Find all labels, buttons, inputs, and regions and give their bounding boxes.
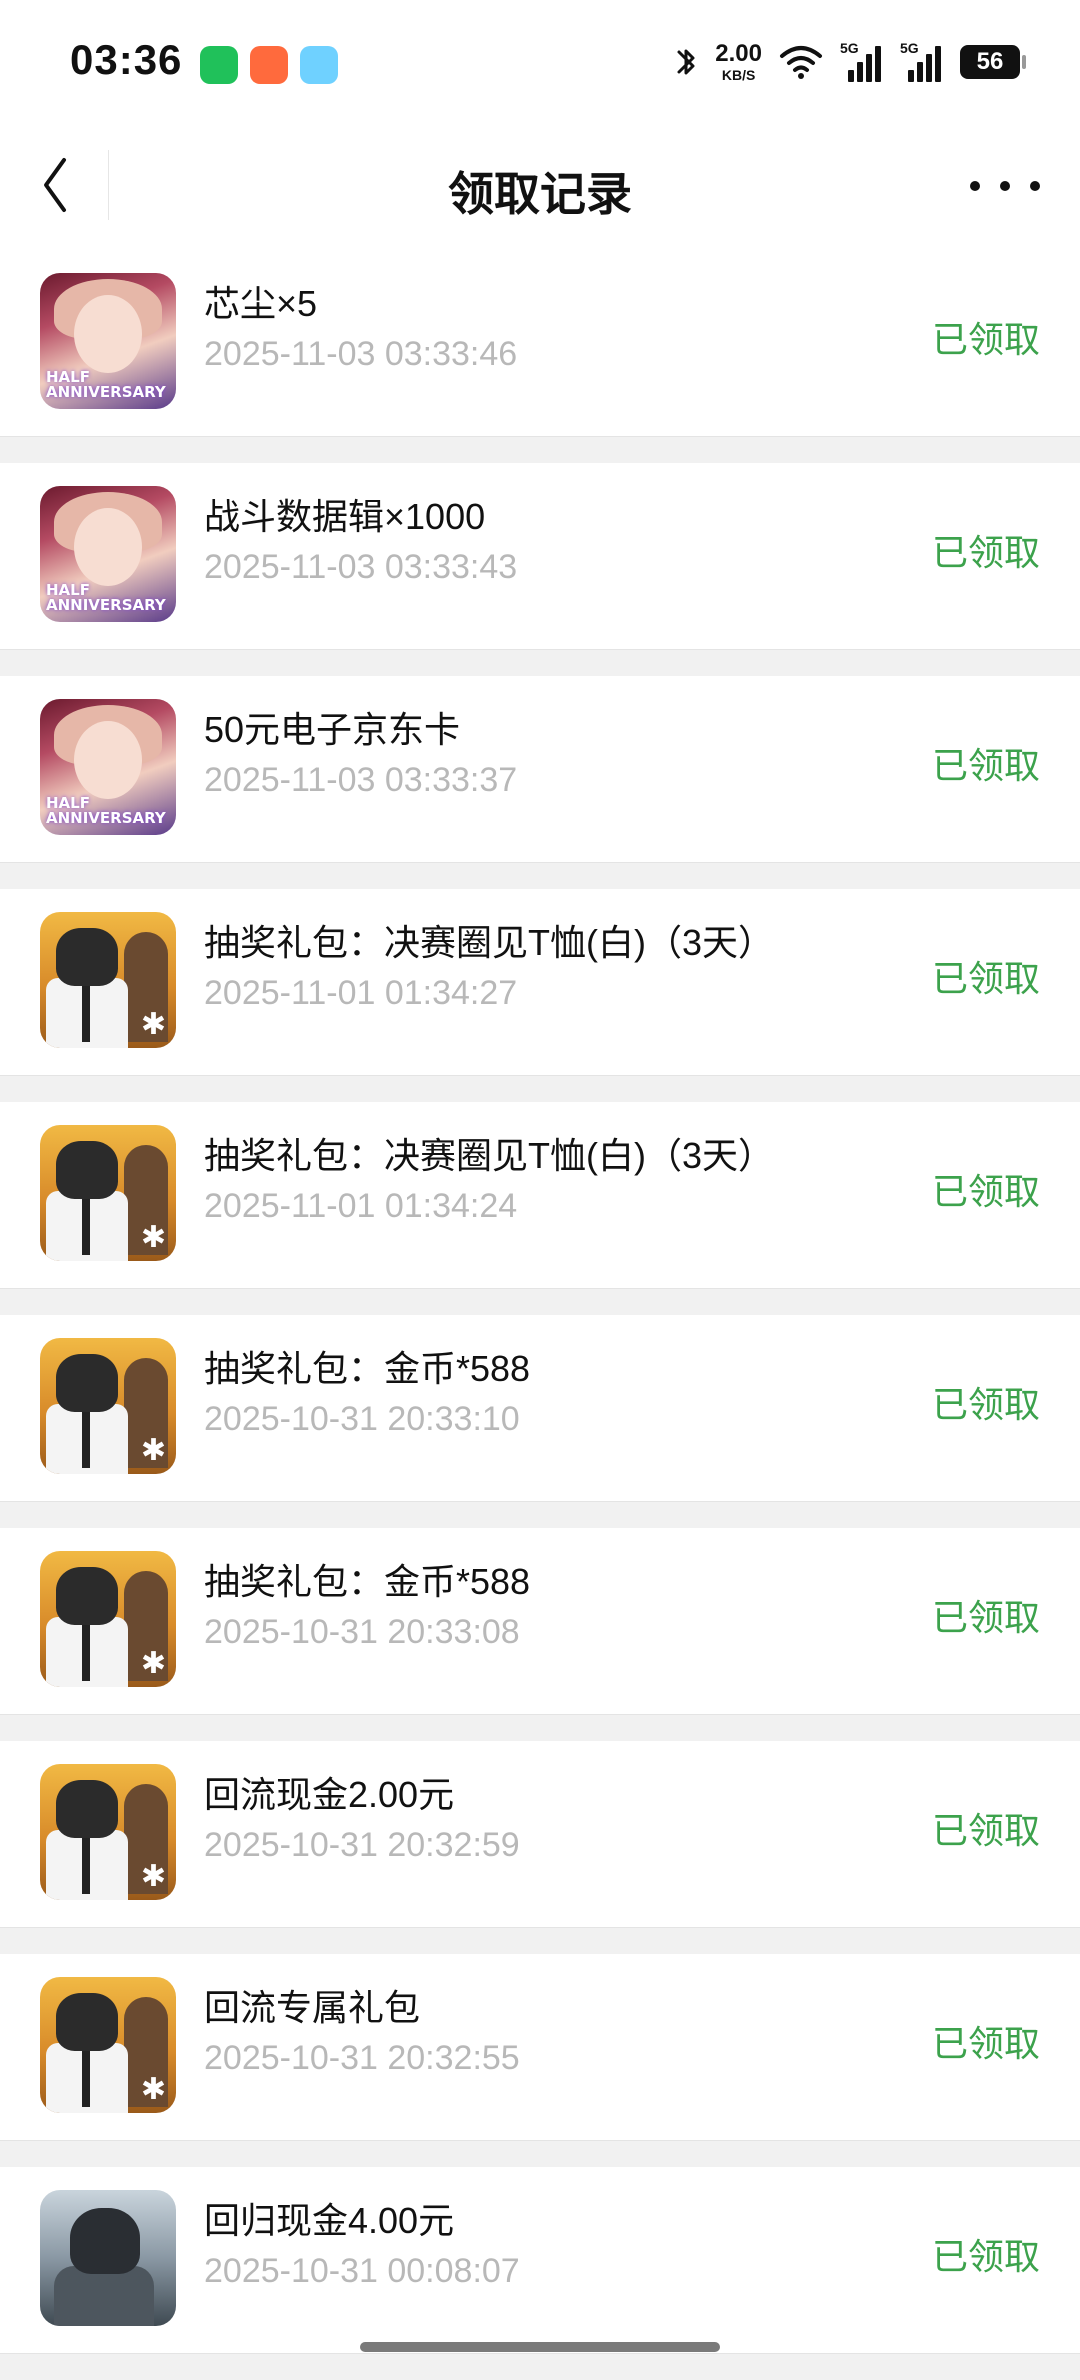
star-icon: ✱ [140, 1647, 166, 1680]
record-title: 回归现金4.00元 [204, 2200, 455, 2241]
status-badge: 已领取 [931, 1171, 1040, 1212]
status-time: 03:36 [70, 36, 183, 83]
list-item[interactable]: ✱ 抽奖礼包：决赛圈见T恤(白)（3天） 2025-11-01 01:34:27… [0, 889, 1080, 1076]
record-title: 抽奖礼包：决赛圈见T恤(白)（3天） [204, 1135, 774, 1176]
game-thumbnail-icon [40, 2190, 176, 2326]
battery-icon: 56 [960, 45, 1026, 79]
list-item[interactable]: ✱ 抽奖礼包：金币*588 2025-10-31 20:33:08 已领取 [0, 1528, 1080, 1715]
record-title: 抽奖礼包：金币*588 [204, 1561, 531, 1602]
game-thumbnail-icon: ✱ [40, 1764, 176, 1900]
record-info: 回流专属礼包 2025-10-31 20:32:55 [204, 1984, 884, 2082]
record-time: 2025-11-03 03:33:46 [204, 335, 518, 373]
wechat-icon [200, 46, 238, 84]
game-thumbnail-icon: ✱ [40, 1338, 176, 1474]
record-info: 50元电子京东卡 2025-11-03 03:33:37 [204, 706, 884, 804]
star-icon: ✱ [140, 1221, 166, 1254]
bluetooth-icon [677, 49, 695, 75]
record-info: 回流现金2.00元 2025-10-31 20:32:59 [204, 1771, 884, 1869]
game-thumbnail-icon: ✱ [40, 912, 176, 1048]
more-dots-icon [1030, 181, 1040, 191]
record-title: 芯尘×5 [204, 283, 318, 324]
star-icon: ✱ [140, 1008, 166, 1041]
record-info: 抽奖礼包：金币*588 2025-10-31 20:33:08 [204, 1558, 884, 1656]
list-item[interactable]: ✱ 抽奖礼包：金币*588 2025-10-31 20:33:10 已领取 [0, 1315, 1080, 1502]
status-badge: 已领取 [931, 1810, 1040, 1851]
list-item[interactable]: ✱ 抽奖礼包：决赛圈见T恤(白)（3天） 2025-11-01 01:34:24… [0, 1102, 1080, 1289]
status-badge: 已领取 [931, 2236, 1040, 2277]
more-button[interactable] [970, 156, 1040, 216]
record-info: 抽奖礼包：金币*588 2025-10-31 20:33:10 [204, 1345, 884, 1443]
net-speed-unit: KB/S [721, 67, 756, 83]
star-icon: ✱ [140, 1434, 166, 1467]
thumbnail-badge: HALF ANNIVERSARY [46, 793, 166, 828]
game-thumbnail-icon: HALF ANNIVERSARY [40, 699, 176, 835]
signal-5g-icon-2: 5G [900, 40, 944, 82]
record-time: 2025-10-31 20:32:55 [204, 2039, 520, 2077]
list-item[interactable]: 回归现金4.00元 2025-10-31 00:08:07 已领取 [0, 2167, 1080, 2354]
thumbnail-badge: HALF ANNIVERSARY [46, 580, 166, 615]
record-time: 2025-11-03 03:33:37 [204, 761, 518, 799]
more-dots-icon [1000, 181, 1010, 191]
record-time: 2025-11-03 03:33:43 [204, 548, 518, 586]
record-time: 2025-10-31 00:08:07 [204, 2252, 520, 2290]
list-item[interactable]: HALF ANNIVERSARY 50元电子京东卡 2025-11-03 03:3… [0, 676, 1080, 863]
record-info: 抽奖礼包：决赛圈见T恤(白)（3天） 2025-11-01 01:34:27 [204, 919, 884, 1017]
video-app-icon [300, 46, 338, 84]
signal-label: 5G [840, 40, 859, 56]
home-indicator[interactable] [360, 2342, 720, 2352]
game-thumbnail-icon: HALF ANNIVERSARY [40, 486, 176, 622]
wifi-icon [780, 46, 822, 79]
record-info: 抽奖礼包：决赛圈见T恤(白)（3天） 2025-11-01 01:34:24 [204, 1132, 884, 1230]
status-badge: 已领取 [931, 1384, 1040, 1425]
net-speed: 2.00 KB/S [715, 40, 762, 83]
record-title: 战斗数据辑×1000 [204, 496, 486, 537]
record-title: 抽奖礼包：金币*588 [204, 1348, 531, 1389]
record-info: 回归现金4.00元 2025-10-31 00:08:07 [204, 2197, 884, 2295]
list-item[interactable]: ✱ 回流专属礼包 2025-10-31 20:32:55 已领取 [0, 1954, 1080, 2141]
game-thumbnail-icon: ✱ [40, 1977, 176, 2113]
record-list: HALF ANNIVERSARY 芯尘×5 2025-11-03 03:33:46… [0, 250, 1080, 2380]
record-title: 回流现金2.00元 [204, 1774, 455, 1815]
battery-level: 56 [976, 48, 1004, 75]
thumbnail-badge: HALF ANNIVERSARY [46, 367, 166, 402]
list-item[interactable]: HALF ANNIVERSARY 战斗数据辑×1000 2025-11-03 03… [0, 463, 1080, 650]
status-bar: 03:36 2.00 KB/S 5G 5G 56 [0, 0, 1080, 120]
nav-bar: 领取记录 [0, 120, 1080, 250]
record-info: 战斗数据辑×1000 2025-11-03 03:33:43 [204, 493, 884, 591]
star-icon: ✱ [140, 2073, 166, 2106]
signal-label: 5G [900, 40, 919, 56]
signal-5g-icon-1: 5G [840, 40, 884, 82]
record-time: 2025-10-31 20:33:08 [204, 1613, 520, 1651]
game-thumbnail-icon: HALF ANNIVERSARY [40, 273, 176, 409]
notification-icons [200, 46, 338, 84]
status-badge: 已领取 [931, 745, 1040, 786]
record-time: 2025-10-31 20:33:10 [204, 1400, 520, 1438]
more-dots-icon [970, 181, 980, 191]
status-badge: 已领取 [931, 1597, 1040, 1638]
record-title: 抽奖礼包：决赛圈见T恤(白)（3天） [204, 922, 774, 963]
status-badge: 已领取 [931, 532, 1040, 573]
list-item[interactable]: HALF ANNIVERSARY 芯尘×5 2025-11-03 03:33:46… [0, 250, 1080, 437]
game-thumbnail-icon: ✱ [40, 1551, 176, 1687]
game-app-icon [250, 46, 288, 84]
net-speed-value: 2.00 [715, 40, 762, 67]
record-time: 2025-11-01 01:34:24 [204, 1187, 518, 1225]
record-time: 2025-10-31 20:32:59 [204, 1826, 520, 1864]
status-badge: 已领取 [931, 319, 1040, 360]
record-title: 50元电子京东卡 [204, 709, 461, 750]
game-thumbnail-icon: ✱ [40, 1125, 176, 1261]
status-badge: 已领取 [931, 958, 1040, 999]
status-indicators: 2.00 KB/S 5G 5G 56 [673, 38, 1026, 86]
page-title: 领取记录 [448, 168, 632, 220]
record-title: 回流专属礼包 [204, 1987, 421, 2028]
record-time: 2025-11-01 01:34:27 [204, 974, 518, 1012]
record-info: 芯尘×5 2025-11-03 03:33:46 [204, 280, 884, 378]
star-icon: ✱ [140, 1860, 166, 1893]
list-item[interactable]: ✱ 回流现金2.00元 2025-10-31 20:32:59 已领取 [0, 1741, 1080, 1928]
status-badge: 已领取 [931, 2023, 1040, 2064]
